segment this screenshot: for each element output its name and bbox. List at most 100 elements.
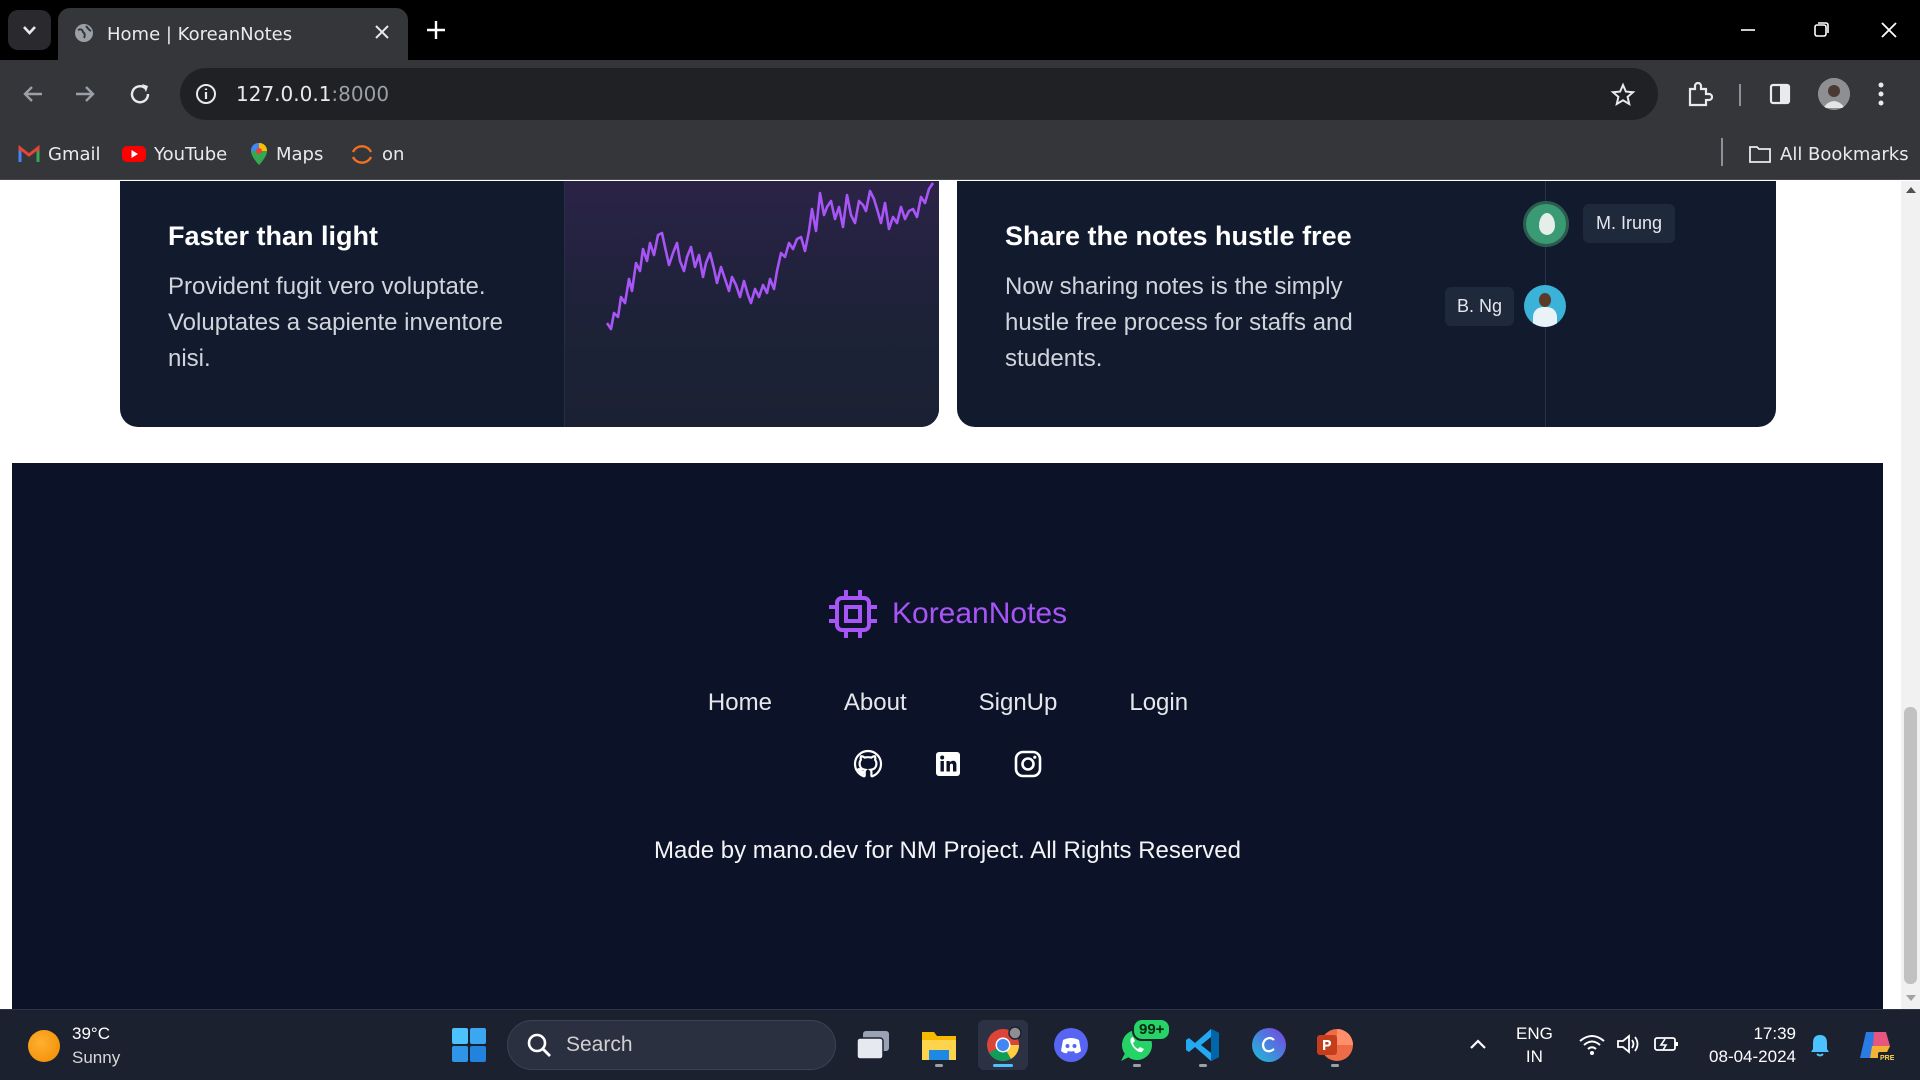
powerpoint-icon	[1315, 1026, 1355, 1064]
bookmark-on[interactable]: on	[350, 139, 404, 169]
taskbar-app-chrome[interactable]	[978, 1020, 1028, 1070]
clock-time: 17:39	[1753, 1024, 1796, 1043]
copyright-text: Made by mano.dev for NM Project. All Rig…	[654, 837, 1241, 864]
close-tab-icon[interactable]	[372, 22, 392, 42]
feature-description: Now sharing notes is the simply hustle f…	[1005, 273, 1353, 372]
footer-link-home[interactable]: Home	[708, 689, 772, 717]
linkedin-icon[interactable]	[933, 749, 963, 779]
bookmark-label: Maps	[276, 143, 324, 165]
tab-search-button[interactable]	[8, 10, 51, 50]
vscode-icon	[1184, 1026, 1222, 1064]
site-footer: KoreanNotes Home About SignUp Login Made…	[12, 463, 1883, 1009]
wifi-icon[interactable]	[1578, 1032, 1606, 1056]
browser-toolbar: 127.0.0.1:8000	[0, 60, 1920, 128]
sun-icon	[28, 1030, 60, 1062]
footer-link-signup[interactable]: SignUp	[979, 689, 1058, 717]
notification-badge: 99+	[1132, 1018, 1172, 1041]
taskbar-app-canva[interactable]	[1244, 1020, 1294, 1070]
toolbar-separator	[1739, 84, 1741, 106]
avatar-name-tag: M. Irung	[1583, 204, 1676, 243]
running-indicator	[1133, 1064, 1141, 1067]
volume-icon[interactable]	[1615, 1032, 1643, 1056]
side-panel-icon[interactable]	[1767, 81, 1793, 107]
windows-logo-icon	[451, 1027, 487, 1063]
scrollbar-thumb[interactable]	[1904, 707, 1917, 984]
taskbar-search[interactable]: Search	[507, 1020, 836, 1070]
scroll-up-arrow-icon[interactable]	[1906, 187, 1916, 193]
bookmark-gmail[interactable]: Gmail	[18, 139, 101, 169]
keyboard-region: IN	[1525, 1047, 1543, 1066]
brand-name: KoreanNotes	[892, 597, 1068, 630]
bookmark-label: Gmail	[48, 143, 101, 165]
footer-logo[interactable]: KoreanNotes	[826, 587, 1067, 641]
site-info-icon[interactable]	[194, 82, 218, 106]
footer-link-login[interactable]: Login	[1129, 689, 1188, 717]
instagram-icon[interactable]	[1013, 749, 1043, 779]
profile-avatar[interactable]	[1818, 78, 1850, 110]
copilot-icon[interactable]: PRE	[1856, 1026, 1894, 1064]
footer-nav: Home About SignUp Login	[12, 689, 1883, 717]
active-indicator	[993, 1064, 1013, 1067]
system-clock[interactable]: 17:39 08-04-2024	[1700, 1022, 1796, 1068]
bookmark-label: on	[382, 143, 405, 165]
tab-strip: Home | KoreanNotes	[0, 0, 1920, 60]
task-view-button[interactable]	[848, 1020, 898, 1070]
bookmarks-bar: Gmail YouTube Maps on All Bookmarks	[0, 128, 1920, 180]
bookmarks-separator	[1721, 138, 1723, 166]
kebab-menu-icon[interactable]	[1876, 80, 1886, 108]
discord-icon	[1052, 1026, 1090, 1064]
taskbar-app-vscode[interactable]	[1178, 1020, 1228, 1070]
search-placeholder: Search	[566, 1033, 633, 1056]
language-code: ENG	[1516, 1024, 1553, 1043]
bookmark-youtube[interactable]: YouTube	[122, 139, 227, 169]
footer-link-about[interactable]: About	[844, 689, 907, 717]
feature-card-speed: Faster than light Provident fugit vero v…	[120, 181, 939, 427]
youtube-icon	[122, 145, 146, 163]
close-window-icon[interactable]	[1874, 18, 1904, 42]
taskbar-app-discord[interactable]	[1046, 1020, 1096, 1070]
taskbar-app-explorer[interactable]	[914, 1020, 964, 1070]
gmail-icon	[18, 145, 40, 163]
all-bookmarks-label: All Bookmarks	[1780, 143, 1909, 165]
feature-title: Share the notes hustle free	[1005, 221, 1352, 251]
notification-bell-icon[interactable]	[1808, 1032, 1832, 1058]
browser-tab[interactable]: Home | KoreanNotes	[58, 8, 408, 60]
new-tab-icon[interactable]	[424, 18, 448, 42]
all-bookmarks-button[interactable]: All Bookmarks	[1748, 139, 1909, 169]
address-bar[interactable]: 127.0.0.1:8000	[180, 68, 1658, 120]
scroll-down-arrow-icon[interactable]	[1906, 995, 1916, 1001]
reload-icon[interactable]	[128, 82, 154, 106]
url-text: 127.0.0.1:8000	[236, 82, 389, 106]
back-arrow-icon[interactable]	[20, 82, 46, 106]
avatar-body	[1533, 307, 1557, 327]
github-icon[interactable]	[853, 749, 883, 779]
search-icon	[526, 1032, 552, 1058]
start-button[interactable]	[444, 1020, 494, 1070]
running-indicator	[935, 1064, 943, 1067]
bookmark-star-icon[interactable]	[1610, 82, 1636, 108]
feature-card-share: Share the notes hustle free Now sharing …	[957, 181, 1776, 427]
feature-title: Faster than light	[168, 221, 379, 251]
taskbar-app-whatsapp[interactable]: 99+	[1112, 1018, 1172, 1070]
taskbar-app-powerpoint[interactable]	[1310, 1020, 1360, 1070]
extensions-icon[interactable]	[1685, 80, 1713, 108]
minimize-icon[interactable]	[1733, 18, 1763, 42]
forward-arrow-icon[interactable]	[72, 82, 98, 106]
canva-icon	[1250, 1026, 1288, 1064]
page-scrollbar[interactable]	[1901, 181, 1920, 1009]
chrome-icon	[984, 1026, 1022, 1064]
globe-icon	[73, 22, 95, 44]
language-indicator[interactable]: ENG IN	[1516, 1022, 1553, 1068]
running-indicator	[1199, 1064, 1207, 1067]
site-icon	[350, 142, 374, 166]
restore-icon[interactable]	[1806, 18, 1836, 42]
avatar-head	[1539, 293, 1551, 307]
running-indicator	[1331, 1064, 1339, 1067]
weather-widget[interactable]: 39°C Sunny	[28, 1022, 120, 1070]
maps-icon	[250, 142, 268, 166]
chevron-up-icon[interactable]	[1466, 1032, 1490, 1056]
svg-text:PRE: PRE	[1880, 1055, 1894, 1062]
bookmark-label: YouTube	[154, 143, 228, 165]
bookmark-maps[interactable]: Maps	[250, 139, 323, 169]
battery-icon[interactable]	[1652, 1032, 1680, 1056]
